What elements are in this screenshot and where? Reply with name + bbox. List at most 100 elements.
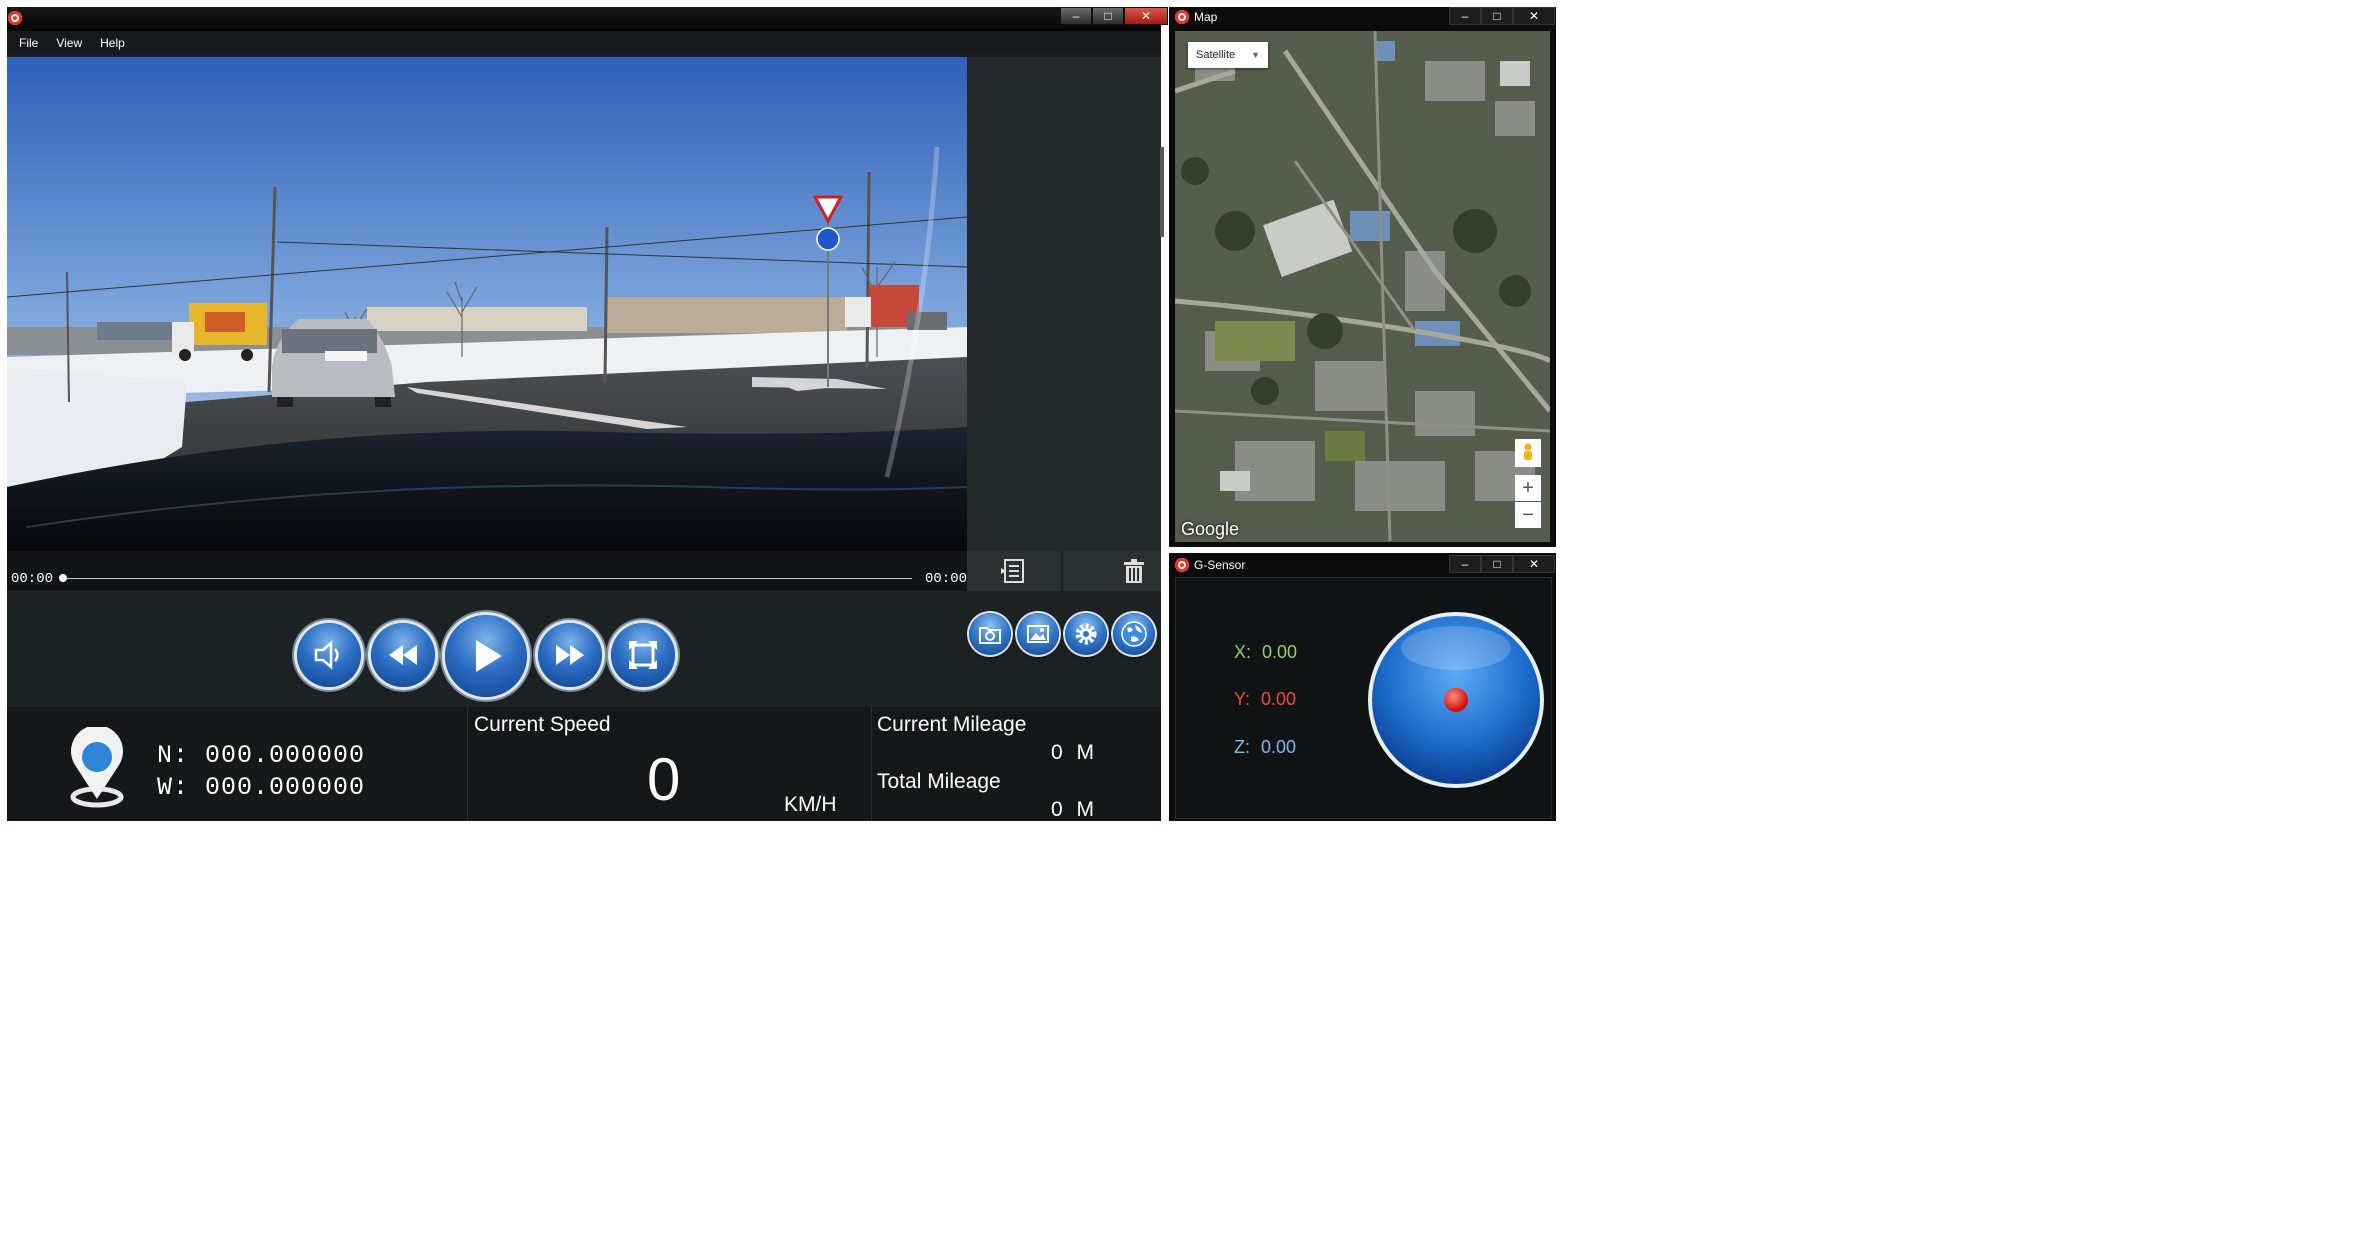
gsensor-ball-indicator bbox=[1368, 612, 1544, 788]
total-mileage-number: 0 bbox=[1051, 798, 1063, 821]
trash-icon bbox=[1124, 559, 1144, 583]
gsensor-panel: X: 0.00 Y: 0.00 Z: 0.00 bbox=[1175, 577, 1552, 819]
google-logo: Google bbox=[1181, 519, 1240, 539]
rewind-icon bbox=[389, 645, 417, 665]
map-close-button[interactable]: ✕ bbox=[1513, 7, 1555, 25]
gsensor-dot bbox=[1444, 688, 1468, 712]
seek-bar: 00:00 00:00 bbox=[7, 551, 967, 591]
image-icon bbox=[1027, 625, 1049, 643]
total-mileage-value: 0 M bbox=[1051, 798, 1094, 822]
total-mileage-title: Total Mileage bbox=[877, 770, 1001, 793]
z-axis-reading: Z: 0.00 bbox=[1234, 737, 1296, 758]
gsensor-maximize-button[interactable]: □ bbox=[1481, 555, 1513, 573]
y-axis-reading: Y: 0.00 bbox=[1234, 689, 1296, 710]
menu-file[interactable]: File bbox=[19, 36, 38, 50]
total-mileage-unit: M bbox=[1076, 798, 1095, 821]
progress-handle[interactable] bbox=[59, 574, 67, 582]
map-type-label: Satellite bbox=[1196, 49, 1236, 61]
play-icon bbox=[476, 640, 502, 672]
open-folder-icon bbox=[979, 627, 1001, 644]
x-value: 0.00 bbox=[1262, 642, 1298, 662]
speed-value: 0 bbox=[647, 746, 681, 813]
pegman-icon bbox=[1524, 443, 1532, 460]
latitude-label: N: bbox=[157, 741, 190, 770]
globe-icon bbox=[1121, 621, 1147, 647]
map-window-title: Map bbox=[1194, 10, 1218, 24]
app-logo-icon bbox=[1175, 558, 1189, 572]
longitude-label: W: bbox=[157, 773, 190, 802]
current-mileage-number: 0 bbox=[1051, 741, 1063, 764]
map-view[interactable]: Satellite ▼ + − Google bbox=[1175, 31, 1550, 542]
dashcam-frame bbox=[7, 57, 967, 551]
scrollbar[interactable] bbox=[1160, 147, 1164, 237]
x-axis-reading: X: 0.00 bbox=[1234, 642, 1297, 663]
playlist-icon bbox=[1001, 559, 1024, 583]
map-window-controls: – □ ✕ bbox=[1449, 7, 1555, 25]
latitude-value: 000.000000 bbox=[205, 741, 366, 770]
rewind-button[interactable] bbox=[371, 623, 435, 687]
current-time: 00:00 bbox=[11, 571, 54, 587]
image-button[interactable] bbox=[1017, 613, 1059, 655]
location-pin-icon bbox=[70, 727, 124, 808]
globe-button[interactable] bbox=[1113, 613, 1155, 655]
zoom-out-button[interactable]: − bbox=[1515, 502, 1541, 528]
settings-icon bbox=[1075, 623, 1097, 645]
map-minimize-button[interactable]: – bbox=[1449, 7, 1481, 25]
street-view-button[interactable] bbox=[1515, 439, 1541, 467]
info-bar: N: 000.000000 W: 000.000000 Current Spee… bbox=[7, 707, 1161, 821]
y-value: 0.00 bbox=[1261, 689, 1297, 709]
volume-icon bbox=[314, 640, 339, 670]
z-value: 0.00 bbox=[1261, 737, 1297, 757]
title-bar: – □ ✕ bbox=[7, 7, 1168, 31]
video-display[interactable] bbox=[7, 57, 967, 551]
gsensor-window: G-Sensor – □ ✕ X: 0.00 Y: 0.00 Z: 0.00 bbox=[1169, 553, 1556, 821]
speed-title: Current Speed bbox=[474, 713, 611, 736]
playback-controls bbox=[7, 591, 1161, 707]
progress-track[interactable] bbox=[62, 578, 912, 579]
main-window: – □ ✕ File View Help 00:00 00:00 N: 000.… bbox=[7, 7, 1168, 821]
fullscreen-icon bbox=[629, 641, 657, 669]
longitude-value: 000.000000 bbox=[205, 773, 366, 802]
menu-help[interactable]: Help bbox=[100, 36, 125, 50]
app-logo-icon bbox=[8, 11, 22, 25]
divider bbox=[467, 707, 468, 821]
delete-button[interactable] bbox=[1063, 551, 1161, 591]
close-button[interactable]: ✕ bbox=[1124, 7, 1168, 25]
divider bbox=[871, 707, 872, 821]
speed-unit: KM/H bbox=[784, 793, 837, 816]
maximize-button[interactable]: □ bbox=[1092, 7, 1124, 25]
x-label: X: bbox=[1234, 642, 1252, 662]
total-time: 00:00 bbox=[925, 571, 968, 587]
fast-forward-icon bbox=[556, 645, 584, 665]
gsensor-window-controls: – □ ✕ bbox=[1449, 555, 1555, 573]
satellite-imagery bbox=[1175, 31, 1550, 542]
settings-button[interactable] bbox=[1065, 613, 1107, 655]
open-folder-button[interactable] bbox=[969, 613, 1011, 655]
fast-forward-button[interactable] bbox=[538, 623, 602, 687]
play-button[interactable] bbox=[445, 615, 527, 697]
playlist-button[interactable] bbox=[967, 551, 1061, 591]
app-logo-icon bbox=[1175, 10, 1189, 24]
map-type-select[interactable]: Satellite ▼ bbox=[1188, 42, 1268, 68]
zoom-in-button[interactable]: + bbox=[1515, 475, 1541, 501]
map-maximize-button[interactable]: □ bbox=[1481, 7, 1513, 25]
window-controls: – □ ✕ bbox=[1060, 7, 1168, 25]
video-side-panel bbox=[967, 57, 1161, 551]
volume-button[interactable] bbox=[297, 623, 361, 687]
current-mileage-title: Current Mileage bbox=[877, 713, 1027, 736]
gsensor-minimize-button[interactable]: – bbox=[1449, 555, 1481, 573]
map-window: Map – □ ✕ Satellite ▼ + − Google bbox=[1169, 7, 1556, 547]
menu-view[interactable]: View bbox=[56, 36, 82, 50]
y-label: Y: bbox=[1234, 689, 1251, 709]
current-mileage-value: 0 M bbox=[1051, 741, 1094, 765]
gsensor-close-button[interactable]: ✕ bbox=[1513, 555, 1555, 573]
z-label: Z: bbox=[1234, 737, 1250, 757]
chevron-down-icon: ▼ bbox=[1251, 50, 1260, 60]
latitude: N: 000.000000 bbox=[157, 741, 365, 770]
fullscreen-button[interactable] bbox=[611, 623, 675, 687]
gsensor-window-title: G-Sensor bbox=[1194, 558, 1246, 572]
longitude: W: 000.000000 bbox=[157, 773, 365, 802]
menu-bar: File View Help bbox=[7, 31, 1161, 55]
current-mileage-unit: M bbox=[1076, 741, 1095, 764]
minimize-button[interactable]: – bbox=[1060, 7, 1092, 25]
